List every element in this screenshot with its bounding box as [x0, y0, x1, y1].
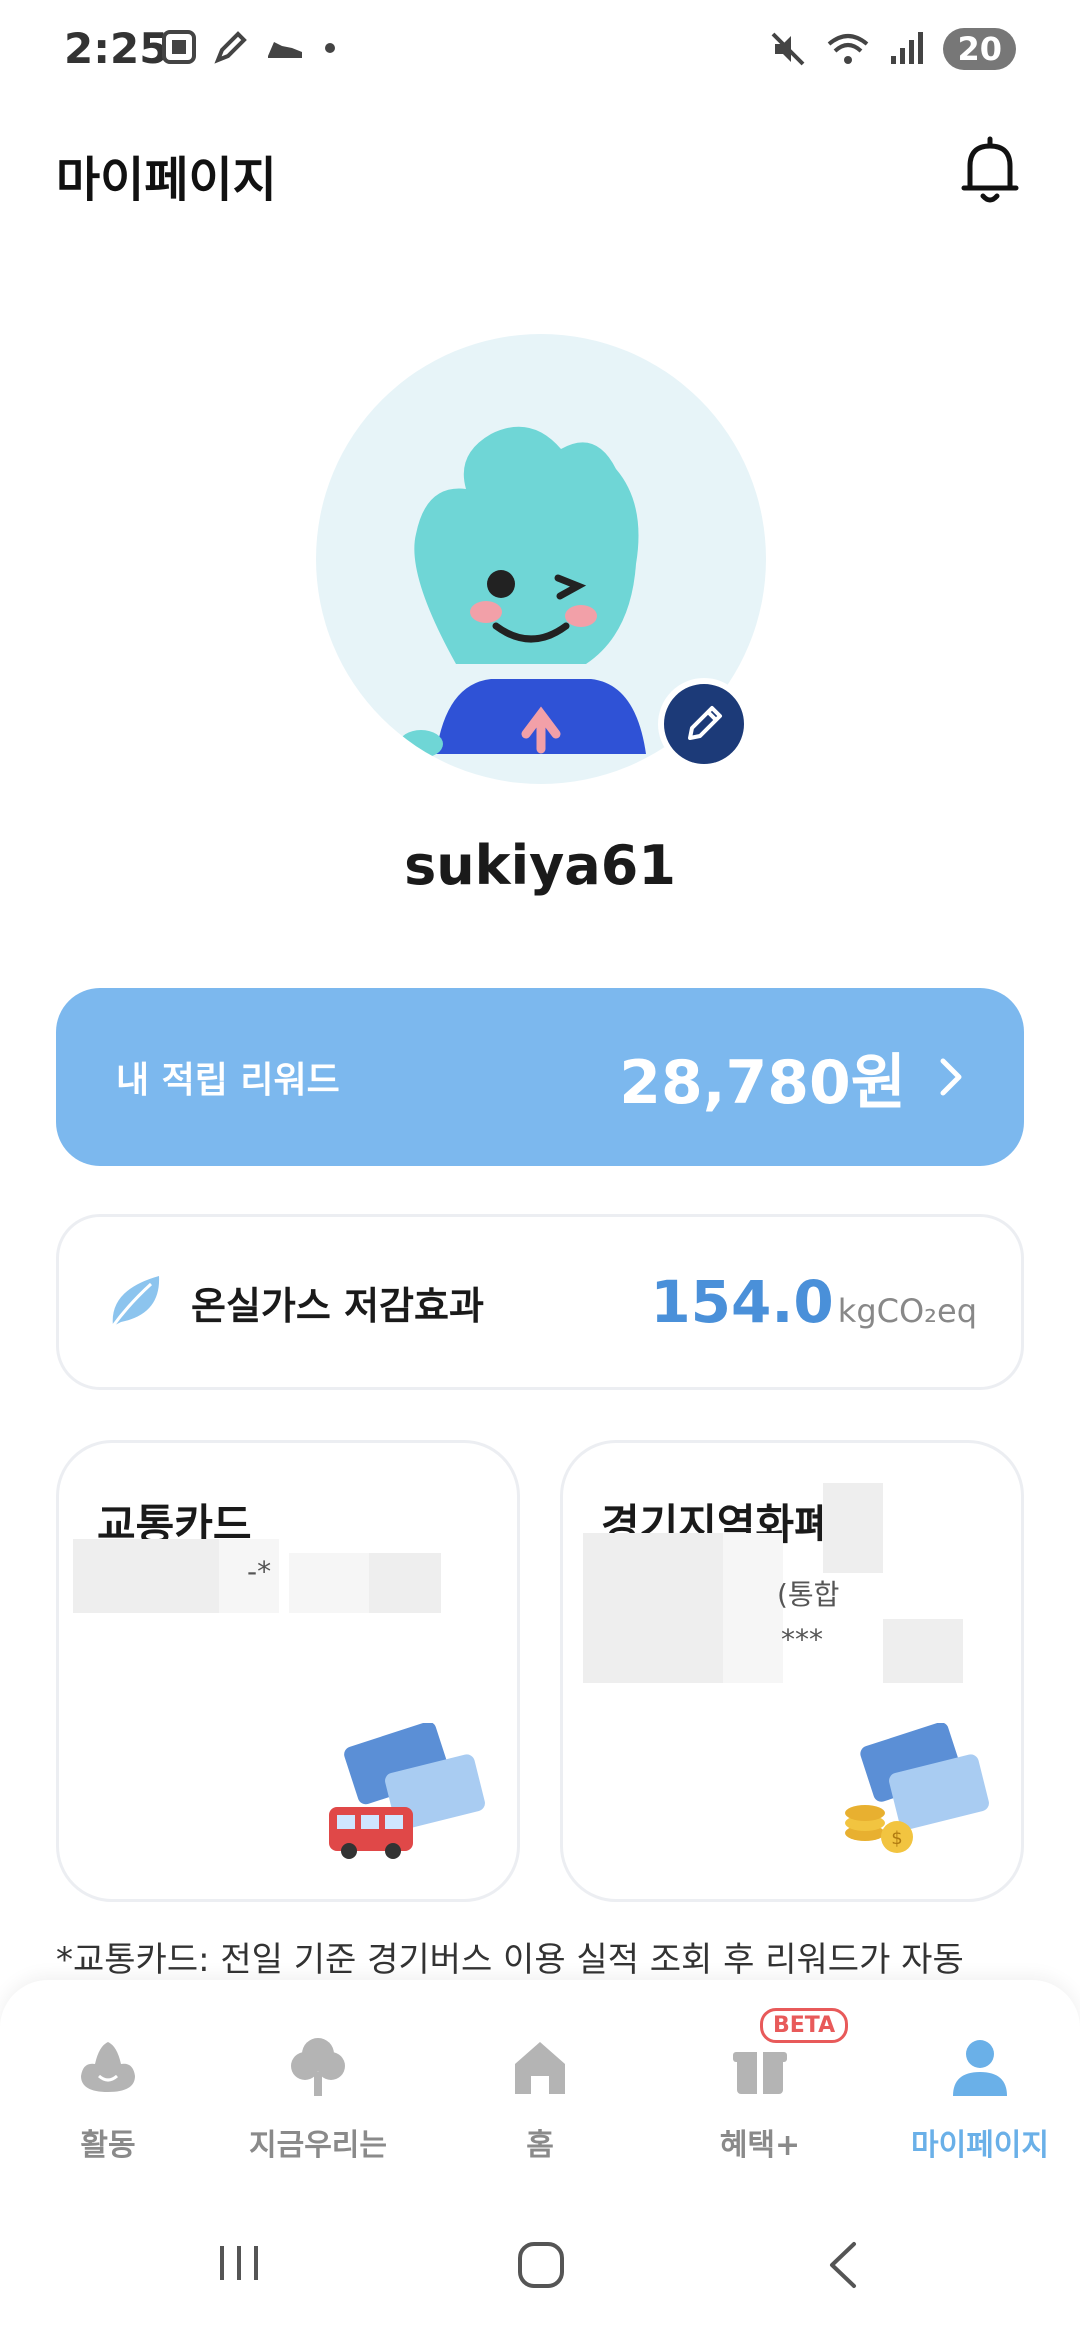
chevron-right-icon — [940, 1058, 962, 1096]
redacted-block — [883, 1619, 963, 1683]
screenshot-icon — [162, 30, 196, 64]
beta-badge: BETA — [760, 2008, 849, 2043]
back-icon[interactable] — [824, 2240, 864, 2290]
reward-value: 28,780원 — [619, 1047, 906, 1118]
ghg-value-group: 154.0 kgCO₂eq — [650, 1268, 977, 1336]
reward-banner[interactable]: 내 적립 리워드 28,780원 — [56, 988, 1024, 1166]
dot-icon — [325, 43, 335, 53]
nav-label: 지금우리는 — [249, 2128, 387, 2163]
bell-icon[interactable] — [958, 136, 1022, 208]
pen-icon — [214, 31, 247, 64]
reward-label: 내 적립 리워드 — [116, 1060, 340, 1101]
shoe-icon — [268, 42, 302, 58]
redacted-block — [723, 1533, 783, 1683]
local-currency-card[interactable]: 경기지역화폐 (통합 *** $ — [560, 1440, 1024, 1902]
nav-item-benefits[interactable]: 혜택+ — [652, 2032, 868, 2164]
redacted-block — [73, 1539, 223, 1613]
person-icon — [953, 2040, 1007, 2096]
signal-icon — [891, 32, 924, 64]
ghg-label: 온실가스 저감효과 — [191, 1283, 484, 1328]
redacted-block — [369, 1553, 441, 1613]
transport-card[interactable]: 교통카드 -* — [56, 1440, 520, 1902]
home-button-icon[interactable] — [516, 2240, 566, 2290]
status-time: 2:25 — [64, 24, 169, 73]
nav-item-home[interactable]: 홈 — [432, 2032, 648, 2164]
redacted-block — [823, 1483, 883, 1573]
reward-value-group: 28,780원 — [619, 1034, 964, 1121]
edit-profile-button[interactable] — [658, 678, 750, 770]
pencil-icon — [688, 706, 722, 740]
username: sukiya61 — [404, 834, 676, 897]
home-icon — [515, 2042, 565, 2094]
recent-apps-icon[interactable] — [216, 2240, 262, 2286]
status-bar: 2:25 20 — [0, 0, 1080, 100]
nav-label: 마이페이지 — [911, 2128, 1049, 2163]
battery-badge: 20 — [943, 28, 1016, 70]
masked-text-1: (통합 — [777, 1578, 840, 1611]
mute-icon — [772, 32, 805, 66]
redacted-block — [289, 1553, 369, 1613]
status-right-icons: 20 — [769, 28, 1016, 70]
redacted-block — [583, 1533, 723, 1683]
ghg-unit: kgCO₂eq — [837, 1292, 977, 1330]
nav-label: 활동 — [80, 2128, 136, 2163]
ghg-value: 154.0 — [650, 1268, 834, 1336]
nav-label: 혜택+ — [719, 2128, 801, 2163]
bus-card-icon — [329, 1723, 485, 1859]
footnote: *교통카드: 전일 기준 경기버스 이용 실적 조회 후 리워드가 자동 — [56, 1940, 964, 1980]
tree-icon — [291, 2038, 345, 2096]
leaf-icon — [111, 1276, 160, 1327]
status-left-icons — [160, 28, 340, 66]
masked-card-number: -* — [247, 1555, 272, 1588]
nav-item-now-we[interactable]: 지금우리는 — [210, 2032, 426, 2164]
nav-label: 홈 — [526, 2128, 554, 2163]
masked-text-2: *** — [781, 1623, 823, 1656]
svg-text:$: $ — [891, 1828, 902, 1849]
nav-item-mypage[interactable]: 마이페이지 — [872, 2032, 1080, 2164]
page-title: 마이페이지 — [56, 152, 277, 208]
ghg-left: 온실가스 저감효과 — [103, 1270, 484, 1334]
ghg-reduction-card: 온실가스 저감효과 154.0 kgCO₂eq — [56, 1214, 1024, 1390]
wifi-icon — [828, 34, 869, 64]
coin-card-icon: $ — [845, 1723, 989, 1853]
nav-item-activity[interactable]: 활동 — [0, 2032, 216, 2164]
activity-icon — [81, 2042, 135, 2092]
